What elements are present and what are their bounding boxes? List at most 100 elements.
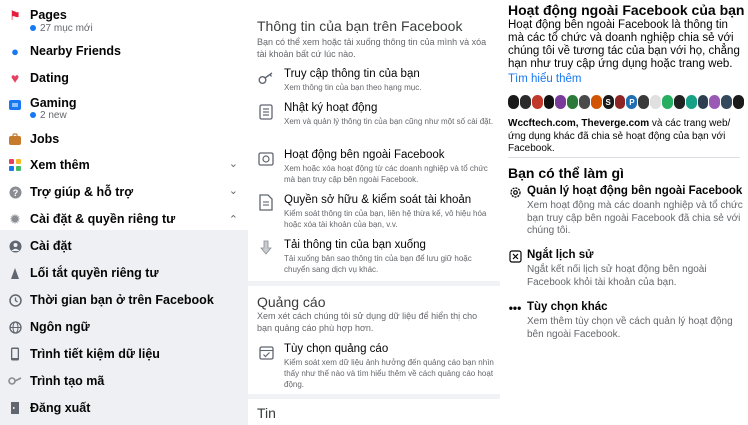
sidebar-item-label: Nearby Friends bbox=[30, 44, 122, 58]
app-logo-icon bbox=[590, 95, 602, 109]
new-dot bbox=[30, 25, 36, 32]
your-info-card: Thông tin của bạn trên Facebook Bạn có t… bbox=[248, 0, 500, 281]
new-dot bbox=[30, 112, 36, 119]
app-logo-icon bbox=[555, 95, 567, 109]
sidebar-item-gaming[interactable]: Gaming 2 new bbox=[0, 94, 248, 124]
svg-text:?: ? bbox=[12, 188, 18, 198]
sidebar-item-nearby-friends[interactable]: ● Nearby Friends bbox=[0, 42, 248, 60]
shared-sites-text: Wccftech.com, Theverge.com và các trang … bbox=[508, 118, 746, 156]
help-icon: ? bbox=[7, 184, 23, 200]
section-title-news: Tin bbox=[257, 405, 276, 421]
app-logo-icon bbox=[508, 95, 519, 109]
sidebar-item-label: Gaming bbox=[30, 96, 77, 110]
sidebar-item-privacy-shortcuts[interactable]: Lối tắt quyền riêng tư bbox=[0, 264, 248, 282]
sidebar-item-label: Ngôn ngữ bbox=[30, 320, 90, 334]
divider bbox=[508, 157, 740, 158]
sidebar-item-pages[interactable]: ⚑ Pages 27 mục mới bbox=[0, 6, 248, 36]
key-icon bbox=[7, 373, 23, 389]
sidebar-item-label: Xem thêm bbox=[30, 158, 90, 172]
ads-card: Quảng cáo Xem xét cách chúng tôi sử dụng… bbox=[248, 286, 500, 394]
sidebar-item-settings[interactable]: Cài đặt bbox=[0, 237, 248, 255]
download-icon bbox=[258, 240, 274, 256]
app-logos-row: SP bbox=[508, 95, 744, 111]
action-desc: Xem hoạt động mà các doanh nghiệp và tổ … bbox=[527, 200, 743, 236]
sidebar-item-label: Đăng xuất bbox=[30, 401, 91, 415]
sidebar-item-settings-privacy[interactable]: ✹ Cài đặt & quyền riêng tư ⌃ bbox=[0, 210, 248, 228]
document-icon bbox=[258, 193, 274, 211]
sidebar-item-time-on-facebook[interactable]: Thời gian bạn ở trên Facebook bbox=[0, 291, 248, 309]
option-title: Truy cập thông tin của bạn bbox=[284, 68, 420, 80]
off-facebook-icon bbox=[258, 150, 274, 166]
clock-icon bbox=[7, 292, 23, 308]
sidebar-item-label: Jobs bbox=[30, 132, 60, 146]
option-title: Tải thông tin của bạn xuống bbox=[284, 239, 426, 251]
gaming-new-count: 2 new bbox=[30, 110, 67, 121]
app-logo-icon bbox=[697, 95, 709, 109]
option-title: Quyền sở hữu & kiểm soát tài khoản bbox=[284, 194, 472, 206]
option-desc: Tải xuống bản sao thông tin của bạn để l… bbox=[284, 254, 472, 274]
key-icon bbox=[258, 70, 274, 86]
settings-panel: Thông tin của bạn trên Facebook Bạn có t… bbox=[248, 0, 500, 425]
sidebar-item-see-more[interactable]: Xem thêm ⌄ bbox=[0, 156, 248, 174]
sidebar-item-dating[interactable]: ♥ Dating bbox=[0, 69, 248, 87]
option-title: Nhật ký hoạt động bbox=[284, 102, 378, 114]
option-title: Tùy chọn quảng cáo bbox=[284, 343, 389, 355]
sidebar-menu: ⚑ Pages 27 mục mới ● Nearby Friends ♥ Da… bbox=[0, 0, 248, 425]
shared-sites-names: Wccftech.com, Theverge.com bbox=[508, 118, 650, 129]
app-logo-icon bbox=[567, 95, 579, 109]
action-title: Tùy chọn khác bbox=[527, 301, 608, 313]
lock-icon bbox=[7, 265, 23, 281]
app-logo-icon bbox=[661, 95, 673, 109]
app-logo-icon bbox=[721, 95, 733, 109]
location-icon: ● bbox=[11, 43, 19, 59]
sidebar-item-label: Trình tạo mã bbox=[30, 374, 105, 388]
section-desc-ads: Xem xét cách chúng tôi sử dụng dữ liệu đ… bbox=[257, 311, 478, 333]
action-title: Quản lý hoạt động bên ngoài Facebook bbox=[527, 185, 743, 197]
app-logo-icon bbox=[733, 95, 744, 109]
close-box-icon bbox=[508, 249, 522, 263]
gear-icon bbox=[508, 185, 522, 199]
chevron-down-icon: ⌄ bbox=[228, 185, 238, 197]
sidebar-item-label: Thời gian bạn ở trên Facebook bbox=[30, 293, 214, 307]
chevron-down-icon: ⌄ bbox=[228, 158, 238, 170]
sidebar-item-logout[interactable]: Đăng xuất bbox=[0, 399, 248, 417]
app-logo-icon bbox=[579, 95, 590, 109]
what-you-can-do-title: Bạn có thể làm gì bbox=[508, 165, 624, 181]
pages-new-count-text: 27 mục mới bbox=[40, 23, 93, 34]
calendar-check-icon bbox=[258, 344, 274, 360]
section-desc-your-info: Bạn có thể xem hoặc tải xuống thông tin … bbox=[257, 37, 487, 59]
sidebar-item-jobs[interactable]: Jobs bbox=[0, 130, 248, 148]
gear-icon: ✹ bbox=[9, 210, 21, 227]
app-logo-icon bbox=[638, 95, 650, 109]
option-desc: Xem hoặc xóa hoạt động từ các doanh nghi… bbox=[284, 164, 488, 184]
learn-more-link[interactable]: Tìm hiểu thêm bbox=[508, 73, 582, 85]
sidebar-item-data-saver[interactable]: Trình tiết kiệm dữ liệu bbox=[0, 345, 248, 363]
option-desc: Kiểm soát thông tin của bạn, liên hệ thừ… bbox=[284, 209, 487, 229]
sidebar-item-language[interactable]: Ngôn ngữ bbox=[0, 318, 248, 336]
list-icon bbox=[258, 104, 274, 120]
app-logo-icon: S bbox=[602, 95, 614, 109]
option-desc: Xem và quản lý thông tin của bạn cũng nh… bbox=[284, 117, 494, 126]
section-title-your-info: Thông tin của bạn trên Facebook bbox=[257, 18, 463, 34]
sidebar-item-label: Dating bbox=[30, 71, 69, 85]
sidebar-item-label: Lối tắt quyền riêng tư bbox=[30, 266, 159, 280]
app-logo-icon bbox=[614, 95, 626, 109]
option-title: Hoạt động bên ngoài Facebook bbox=[284, 149, 445, 161]
app-logo-icon bbox=[709, 95, 721, 109]
panel-description: Hoạt động bên ngoài Facebook là thông ti… bbox=[508, 19, 740, 70]
briefcase-icon bbox=[7, 131, 23, 147]
chevron-up-icon: ⌃ bbox=[228, 214, 238, 226]
sidebar-item-help[interactable]: ? Trợ giúp & hỗ trợ ⌄ bbox=[0, 183, 248, 201]
news-card: Tin bbox=[248, 399, 500, 425]
sidebar-item-label: Cài đặt & quyền riêng tư bbox=[30, 212, 176, 226]
more-icon: ••• bbox=[508, 301, 522, 315]
app-logo-icon bbox=[543, 95, 555, 109]
gaming-new-count-text: 2 new bbox=[40, 110, 67, 121]
panel-title: Hoạt động ngoài Facebook của bạn bbox=[508, 2, 745, 18]
sidebar-item-code-generator[interactable]: Trình tạo mã bbox=[0, 372, 248, 390]
facebook-settings-screen: ⚑ Pages 27 mục mới ● Nearby Friends ♥ Da… bbox=[0, 0, 748, 425]
option-desc: Kiểm soát xem dữ liệu ảnh hưởng đến quản… bbox=[284, 358, 494, 389]
flag-icon: ⚑ bbox=[9, 8, 21, 23]
app-logo-icon bbox=[531, 95, 543, 109]
sidebar-item-label: Cài đặt bbox=[30, 239, 72, 253]
